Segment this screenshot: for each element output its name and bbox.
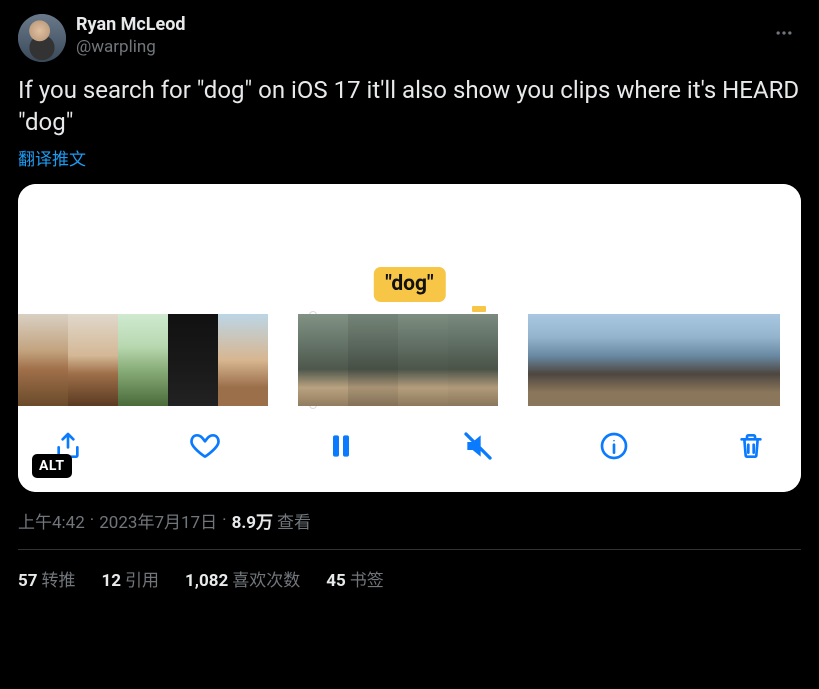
thumb[interactable] [18, 314, 68, 406]
stats-row: 57转推 12引用 1,082喜欢次数 45书签 [18, 550, 801, 591]
tweet-time[interactable]: 上午4:42 [18, 508, 85, 533]
media-card[interactable]: "dog" [18, 184, 801, 492]
trash-icon [735, 430, 767, 462]
more-button[interactable] [767, 16, 801, 50]
views-count[interactable]: 8.9万 [232, 508, 273, 533]
quotes-stat[interactable]: 12引用 [102, 566, 160, 591]
quotes-label: 引用 [125, 571, 159, 591]
meta-row: 上午4:42 · 2023年7月17日 · 8.9万 查看 [18, 508, 801, 533]
likes-label: 喜欢次数 [232, 571, 300, 591]
media-header-area: "dog" [18, 184, 801, 314]
author-block: Ryan McLeod @warpling [76, 14, 186, 58]
avatar[interactable] [18, 14, 66, 62]
thumb[interactable] [68, 314, 118, 406]
pause-button[interactable] [321, 426, 361, 466]
bookmarks-stat[interactable]: 45书签 [326, 566, 384, 591]
thumb[interactable] [570, 314, 612, 406]
clip-group-1[interactable] [18, 314, 268, 406]
translate-link[interactable]: 翻译推文 [18, 145, 801, 170]
info-icon [598, 430, 630, 462]
thumb[interactable] [398, 314, 448, 406]
bookmarks-count: 45 [326, 571, 346, 591]
thumb[interactable] [696, 314, 738, 406]
quotes-count: 12 [102, 571, 122, 591]
tweet-header: Ryan McLeod @warpling [18, 14, 801, 62]
media-controls [18, 406, 801, 492]
retweets-count: 57 [18, 571, 38, 591]
thumb[interactable] [654, 314, 696, 406]
likes-count: 1,082 [185, 571, 228, 591]
retweets-label: 转推 [42, 571, 76, 591]
tweet-container: Ryan McLeod @warpling If you search for … [0, 0, 819, 591]
retweets-stat[interactable]: 57转推 [18, 566, 76, 591]
caption-tag: "dog" [373, 267, 445, 302]
thumb[interactable] [298, 314, 348, 406]
handle[interactable]: @warpling [76, 37, 186, 58]
views-label: 查看 [277, 508, 311, 533]
mute-icon [462, 430, 494, 462]
thumb[interactable] [528, 314, 570, 406]
info-button[interactable] [594, 426, 634, 466]
pause-icon [325, 430, 357, 462]
tweet-date[interactable]: 2023年7月17日 [99, 508, 217, 533]
thumb[interactable] [348, 314, 398, 406]
alt-badge[interactable]: ALT [32, 454, 72, 478]
more-icon [774, 23, 794, 43]
thumb[interactable] [612, 314, 654, 406]
like-button[interactable] [185, 426, 225, 466]
thumb[interactable] [168, 314, 218, 406]
clip-group-3[interactable] [528, 314, 780, 406]
thumb[interactable] [738, 314, 780, 406]
display-name[interactable]: Ryan McLeod [76, 14, 186, 37]
heart-icon [189, 430, 221, 462]
thumb[interactable] [218, 314, 268, 406]
likes-stat[interactable]: 1,082喜欢次数 [185, 566, 300, 591]
caption-marker [472, 306, 486, 312]
bookmarks-label: 书签 [350, 571, 384, 591]
thumb[interactable] [448, 314, 498, 406]
thumb[interactable] [118, 314, 168, 406]
clip-group-2[interactable] [298, 314, 498, 406]
delete-button[interactable] [731, 426, 771, 466]
thumbnail-strip[interactable] [18, 314, 801, 406]
tweet-text: If you search for "dog" on iOS 17 it'll … [18, 74, 801, 139]
mute-button[interactable] [458, 426, 498, 466]
